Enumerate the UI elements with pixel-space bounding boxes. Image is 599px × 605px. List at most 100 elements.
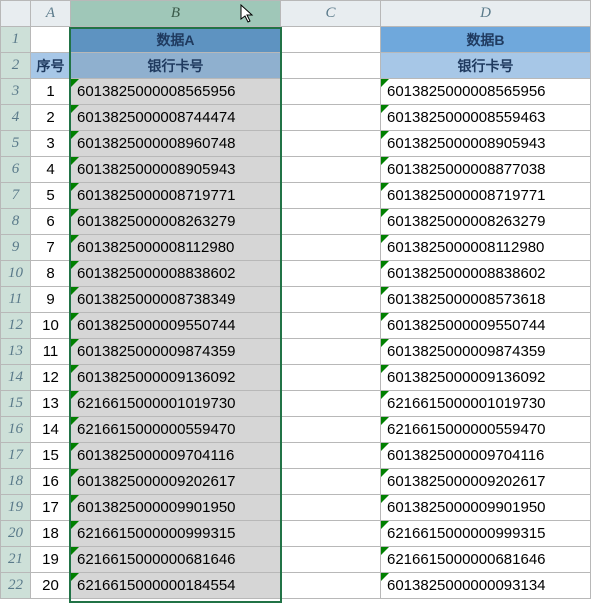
cell-A16[interactable]: 14 bbox=[31, 417, 71, 443]
cell-C11[interactable] bbox=[281, 287, 381, 313]
cell-A6[interactable]: 4 bbox=[31, 157, 71, 183]
cell-C12[interactable] bbox=[281, 313, 381, 339]
cell-B1[interactable]: 数据A bbox=[71, 27, 281, 53]
cell-D17[interactable]: 6013825000009704116 bbox=[381, 443, 591, 469]
cell-A18[interactable]: 16 bbox=[31, 469, 71, 495]
cell-B2[interactable]: 银行卡号 bbox=[71, 53, 281, 79]
cell-B10[interactable]: 6013825000008838602 bbox=[71, 261, 281, 287]
cell-D15[interactable]: 6216615000001019730 bbox=[381, 391, 591, 417]
row-header-12[interactable]: 12 bbox=[1, 313, 31, 339]
cell-C20[interactable] bbox=[281, 521, 381, 547]
row-header-15[interactable]: 15 bbox=[1, 391, 31, 417]
col-header-D[interactable]: D bbox=[381, 1, 591, 27]
cell-B14[interactable]: 6013825000009136092 bbox=[71, 365, 281, 391]
cell-B5[interactable]: 6013825000008960748 bbox=[71, 131, 281, 157]
cell-D18[interactable]: 6013825000009202617 bbox=[381, 469, 591, 495]
row-header-20[interactable]: 20 bbox=[1, 521, 31, 547]
cell-B3[interactable]: 6013825000008565956 bbox=[71, 79, 281, 105]
col-header-C[interactable]: C bbox=[281, 1, 381, 27]
cell-C15[interactable] bbox=[281, 391, 381, 417]
cell-C9[interactable] bbox=[281, 235, 381, 261]
cell-B22[interactable]: 6216615000000184554 bbox=[71, 573, 281, 599]
cell-D5[interactable]: 6013825000008905943 bbox=[381, 131, 591, 157]
cell-A8[interactable]: 6 bbox=[31, 209, 71, 235]
row-header-5[interactable]: 5 bbox=[1, 131, 31, 157]
select-all-corner[interactable] bbox=[1, 1, 31, 27]
cell-C8[interactable] bbox=[281, 209, 381, 235]
cell-A5[interactable]: 3 bbox=[31, 131, 71, 157]
cell-B4[interactable]: 6013825000008744474 bbox=[71, 105, 281, 131]
row-header-17[interactable]: 17 bbox=[1, 443, 31, 469]
cell-B13[interactable]: 6013825000009874359 bbox=[71, 339, 281, 365]
row-header-2[interactable]: 2 bbox=[1, 53, 31, 79]
row-header-22[interactable]: 22 bbox=[1, 573, 31, 599]
cell-B16[interactable]: 6216615000000559470 bbox=[71, 417, 281, 443]
cell-B21[interactable]: 6216615000000681646 bbox=[71, 547, 281, 573]
cell-A22[interactable]: 20 bbox=[31, 573, 71, 599]
cell-C2[interactable] bbox=[281, 53, 381, 79]
row-header-3[interactable]: 3 bbox=[1, 79, 31, 105]
cell-A20[interactable]: 18 bbox=[31, 521, 71, 547]
cell-B18[interactable]: 6013825000009202617 bbox=[71, 469, 281, 495]
cell-B8[interactable]: 6013825000008263279 bbox=[71, 209, 281, 235]
cell-C6[interactable] bbox=[281, 157, 381, 183]
cell-C5[interactable] bbox=[281, 131, 381, 157]
cell-D8[interactable]: 6013825000008263279 bbox=[381, 209, 591, 235]
cell-C4[interactable] bbox=[281, 105, 381, 131]
cell-D1[interactable]: 数据B bbox=[381, 27, 591, 53]
cell-A2[interactable]: 序号 bbox=[31, 53, 71, 79]
row-header-10[interactable]: 10 bbox=[1, 261, 31, 287]
cell-A7[interactable]: 5 bbox=[31, 183, 71, 209]
cell-B6[interactable]: 6013825000008905943 bbox=[71, 157, 281, 183]
cell-A11[interactable]: 9 bbox=[31, 287, 71, 313]
cell-B9[interactable]: 6013825000008112980 bbox=[71, 235, 281, 261]
cell-D6[interactable]: 6013825000008877038 bbox=[381, 157, 591, 183]
row-header-21[interactable]: 21 bbox=[1, 547, 31, 573]
cell-A21[interactable]: 19 bbox=[31, 547, 71, 573]
cell-A14[interactable]: 12 bbox=[31, 365, 71, 391]
cell-B12[interactable]: 6013825000009550744 bbox=[71, 313, 281, 339]
row-header-11[interactable]: 11 bbox=[1, 287, 31, 313]
cell-A17[interactable]: 15 bbox=[31, 443, 71, 469]
row-header-16[interactable]: 16 bbox=[1, 417, 31, 443]
cell-C10[interactable] bbox=[281, 261, 381, 287]
cell-D20[interactable]: 6216615000000999315 bbox=[381, 521, 591, 547]
row-header-4[interactable]: 4 bbox=[1, 105, 31, 131]
spreadsheet-grid[interactable]: A B C D 1数据A数据B2序号银行卡号银行卡号31601382500000… bbox=[0, 0, 591, 599]
cell-A9[interactable]: 7 bbox=[31, 235, 71, 261]
cell-D9[interactable]: 6013825000008112980 bbox=[381, 235, 591, 261]
row-header-19[interactable]: 19 bbox=[1, 495, 31, 521]
cell-D11[interactable]: 6013825000008573618 bbox=[381, 287, 591, 313]
cell-C22[interactable] bbox=[281, 573, 381, 599]
cell-D4[interactable]: 6013825000008559463 bbox=[381, 105, 591, 131]
cell-C17[interactable] bbox=[281, 443, 381, 469]
cell-A3[interactable]: 1 bbox=[31, 79, 71, 105]
row-header-13[interactable]: 13 bbox=[1, 339, 31, 365]
col-header-A[interactable]: A bbox=[31, 1, 71, 27]
cell-A4[interactable]: 2 bbox=[31, 105, 71, 131]
row-header-14[interactable]: 14 bbox=[1, 365, 31, 391]
cell-A13[interactable]: 11 bbox=[31, 339, 71, 365]
row-header-6[interactable]: 6 bbox=[1, 157, 31, 183]
row-header-7[interactable]: 7 bbox=[1, 183, 31, 209]
cell-D19[interactable]: 6013825000009901950 bbox=[381, 495, 591, 521]
cell-B19[interactable]: 6013825000009901950 bbox=[71, 495, 281, 521]
cell-C14[interactable] bbox=[281, 365, 381, 391]
cell-C21[interactable] bbox=[281, 547, 381, 573]
cell-D21[interactable]: 6216615000000681646 bbox=[381, 547, 591, 573]
cell-C1[interactable] bbox=[281, 27, 381, 53]
cell-A15[interactable]: 13 bbox=[31, 391, 71, 417]
cell-D2[interactable]: 银行卡号 bbox=[381, 53, 591, 79]
cell-B11[interactable]: 6013825000008738349 bbox=[71, 287, 281, 313]
cell-A1[interactable] bbox=[31, 27, 71, 53]
cell-A12[interactable]: 10 bbox=[31, 313, 71, 339]
cell-C7[interactable] bbox=[281, 183, 381, 209]
cell-D14[interactable]: 6013825000009136092 bbox=[381, 365, 591, 391]
cell-D7[interactable]: 6013825000008719771 bbox=[381, 183, 591, 209]
cell-B17[interactable]: 6013825000009704116 bbox=[71, 443, 281, 469]
cell-C3[interactable] bbox=[281, 79, 381, 105]
cell-B7[interactable]: 6013825000008719771 bbox=[71, 183, 281, 209]
cell-C13[interactable] bbox=[281, 339, 381, 365]
cell-D16[interactable]: 6216615000000559470 bbox=[381, 417, 591, 443]
cell-C16[interactable] bbox=[281, 417, 381, 443]
